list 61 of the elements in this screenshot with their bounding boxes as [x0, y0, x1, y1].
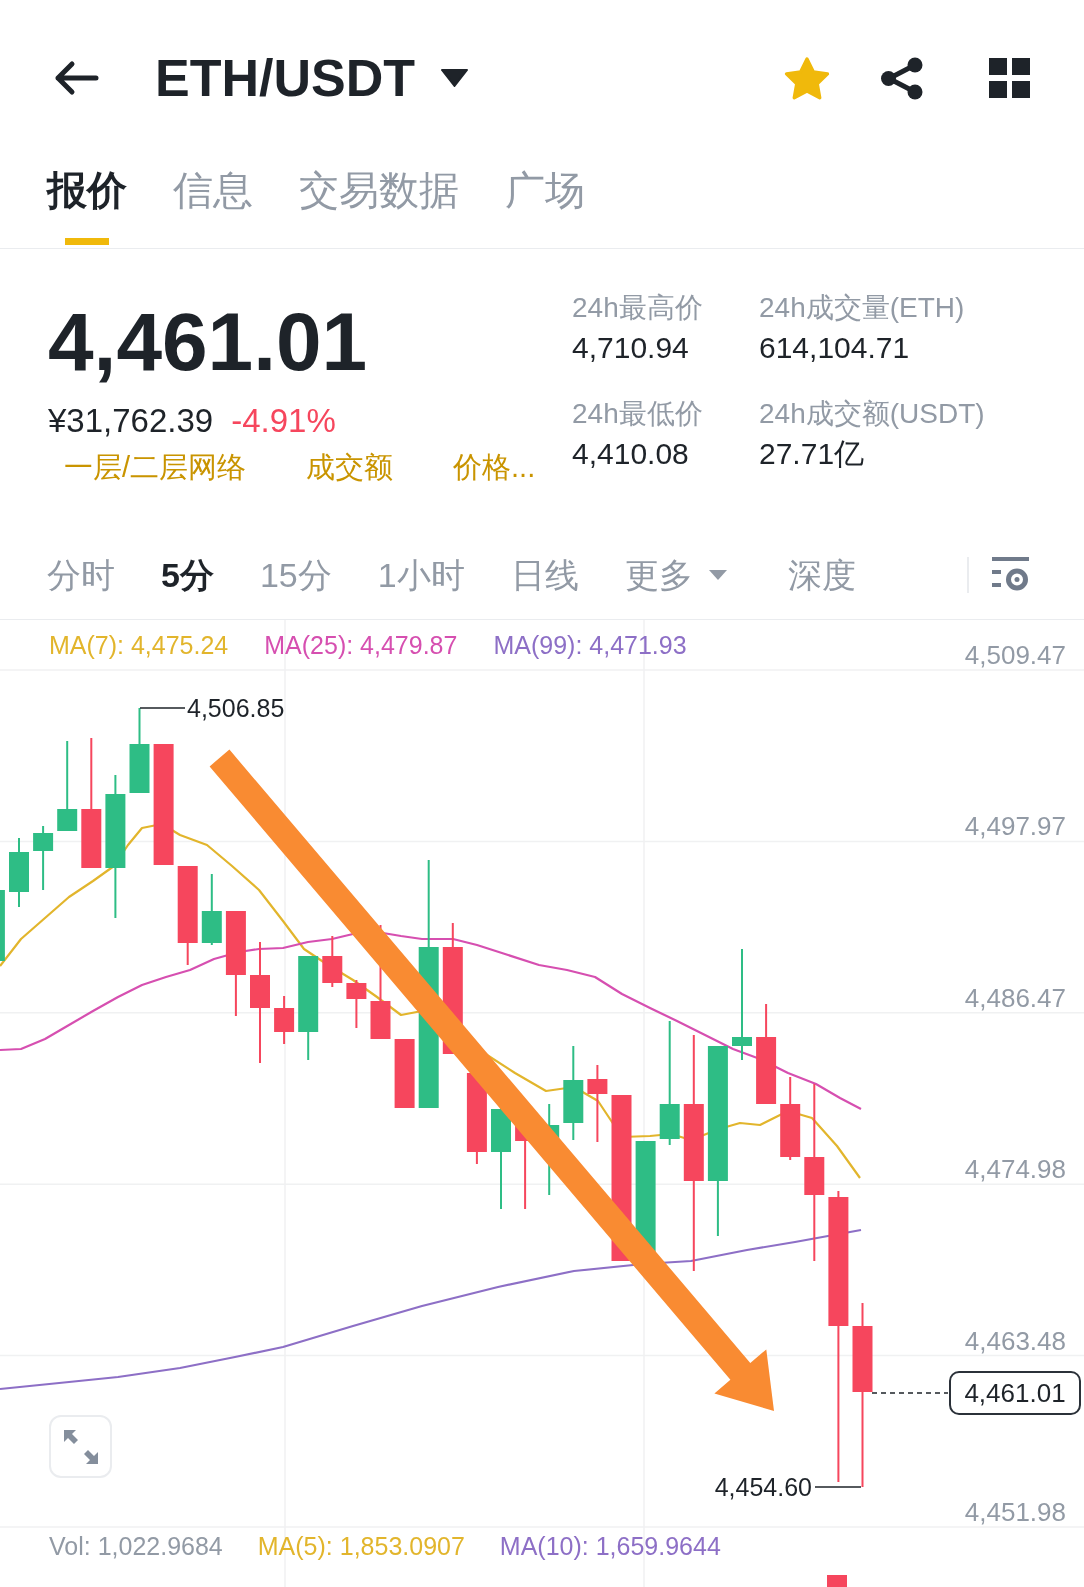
pair-selector[interactable]: ETH/USDT [155, 48, 468, 108]
interval-tab[interactable]: 15分 [259, 556, 332, 593]
price-axis-label: 4,463.48 [964, 1327, 1066, 1354]
low-price-label: 4,454.60 [714, 1474, 812, 1500]
interval-tab[interactable]: 分时 [47, 556, 115, 593]
price-change: -4.91% [231, 404, 336, 437]
candlestick [322, 936, 343, 987]
stat-value: 4,710.94 [572, 333, 690, 363]
price-axis-label: 4,474.98 [964, 1156, 1066, 1183]
expand-icon [62, 1428, 99, 1465]
price-axis-label: 4,509.47 [964, 642, 1066, 668]
stat-label: 24h最低价 [572, 400, 704, 428]
tab[interactable]: 信息 [173, 156, 253, 248]
candlestick [201, 874, 222, 945]
candlestick [346, 980, 367, 1028]
topic-link[interactable]: 一层/二层网络 [64, 453, 247, 482]
tab[interactable]: 交易数据 [299, 156, 459, 248]
view-tab[interactable]: 深度 [787, 556, 856, 593]
star-icon[interactable] [784, 55, 830, 101]
fullscreen-button[interactable] [49, 1415, 112, 1478]
share-icon[interactable] [880, 56, 924, 100]
stat-label: 24h成交额(USDT) [759, 400, 985, 428]
price-axis-label: 4,486.47 [964, 984, 1066, 1011]
ma-legend-label: MA(99): 4,471.93 [493, 632, 687, 658]
fiat-price: ¥31,762.39 [48, 404, 214, 437]
volume-legend-label: MA(10): 1,659.9644 [499, 1533, 721, 1559]
stat-label: 24h最高价 [572, 294, 704, 322]
price-axis-label: 4,497.97 [964, 813, 1066, 840]
chart-settings-icon[interactable] [992, 557, 1029, 592]
volume-legend-label: MA(5): 1,853.0907 [257, 1533, 465, 1559]
candlestick [33, 826, 54, 890]
volume-bar [827, 1575, 847, 1587]
price-axis-label: 4,451.98 [964, 1499, 1066, 1525]
high-price-label: 4,506.85 [187, 695, 285, 721]
candlestick [9, 838, 29, 907]
last-price: 4,461.01 [48, 301, 369, 383]
leader-line [814, 1486, 862, 1488]
caret-down-icon [708, 569, 727, 580]
stat-value: 27.71亿 [759, 439, 866, 469]
interval-tab[interactable]: 1小时 [377, 556, 465, 593]
back-arrow-icon[interactable] [53, 60, 99, 96]
candlestick [0, 890, 5, 961]
candlestick [274, 996, 295, 1044]
caret-down-icon [441, 69, 468, 87]
volume-legend-label: Vol: 1,022.9684 [49, 1533, 223, 1559]
candlestick [394, 1039, 415, 1108]
topic-link[interactable]: 成交额 [306, 453, 394, 482]
last-price-tag: 4,461.01 [949, 1371, 1081, 1415]
tab[interactable]: 报价 [47, 156, 127, 248]
stat-label: 24h成交量(ETH) [759, 294, 966, 322]
interval-tab[interactable]: 5分 [161, 556, 214, 593]
tab[interactable]: 广场 [505, 156, 585, 248]
leader-line [139, 707, 186, 709]
interval-tab[interactable]: 日线 [510, 556, 579, 593]
ma-legend-label: MA(25): 4,479.87 [264, 632, 458, 658]
grid-icon[interactable] [989, 58, 1030, 98]
stat-value: 614,104.71 [759, 333, 911, 363]
stat-value: 4,410.08 [572, 439, 690, 469]
more-dropdown[interactable]: 更多 [624, 556, 727, 593]
ma-legend-label: MA(7): 4,475.24 [49, 632, 229, 658]
topic-link[interactable]: 价格... [453, 453, 536, 482]
